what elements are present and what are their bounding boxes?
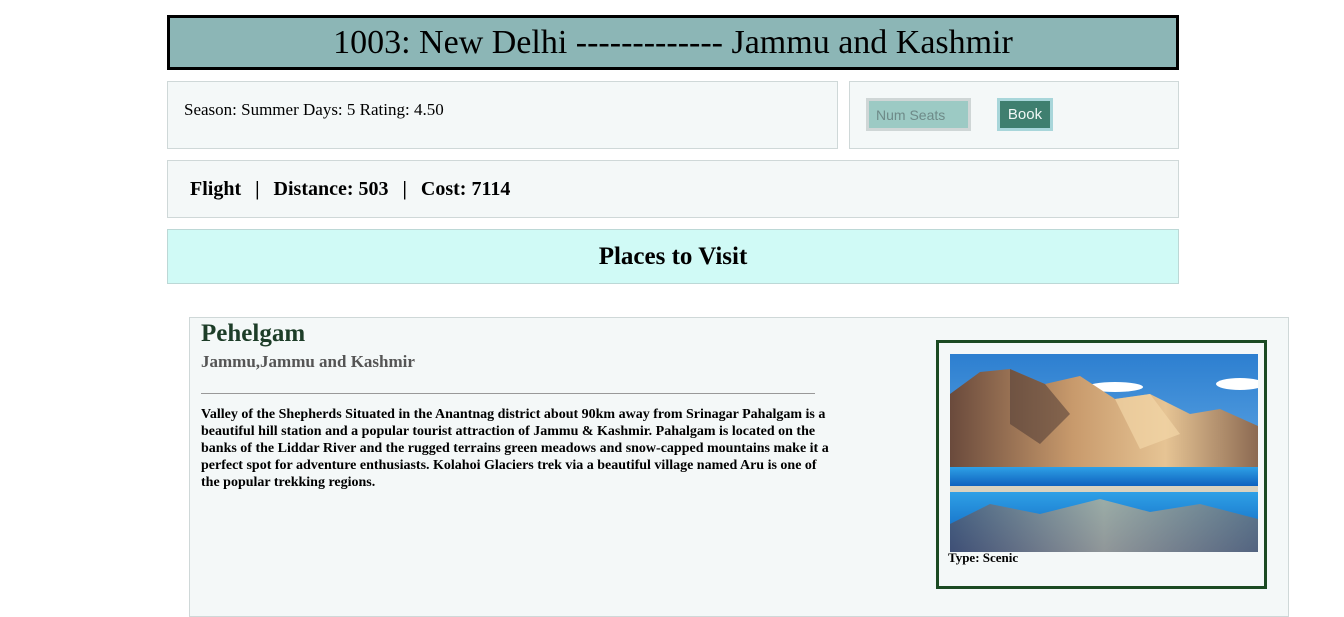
travel-details: Flight | Distance: 503 | Cost: 7114 bbox=[167, 160, 1179, 218]
place-description: Valley of the Shepherds Situated in the … bbox=[201, 407, 829, 490]
separator: | bbox=[402, 177, 407, 200]
travel-mode: Flight bbox=[190, 177, 242, 200]
place-name: Pehelgam bbox=[201, 320, 306, 347]
place-card: Pehelgam Jammu,Jammu and Kashmir Valley … bbox=[189, 317, 1289, 617]
places-to-visit-heading: Places to Visit bbox=[167, 229, 1179, 284]
divider bbox=[201, 393, 815, 394]
num-seats-input[interactable] bbox=[866, 98, 971, 131]
place-type: Type: Scenic bbox=[948, 550, 1019, 565]
trip-info-panel: Season: Summer Days: 5 Rating: 4.50 bbox=[167, 81, 838, 149]
place-image bbox=[950, 354, 1258, 552]
travel-distance: Distance: 503 bbox=[273, 177, 389, 200]
route-title: 1003: New Delhi ------------- Jammu and … bbox=[167, 15, 1179, 70]
travel-cost: Cost: 7114 bbox=[420, 177, 511, 200]
trip-summary: Season: Summer Days: 5 Rating: 4.50 bbox=[184, 100, 444, 119]
place-location: Jammu,Jammu and Kashmir bbox=[201, 352, 415, 371]
booking-panel: Book bbox=[849, 81, 1179, 149]
book-button[interactable]: Book bbox=[997, 98, 1053, 131]
separator: | bbox=[255, 177, 260, 200]
place-image-frame: Type: Scenic bbox=[936, 340, 1267, 589]
